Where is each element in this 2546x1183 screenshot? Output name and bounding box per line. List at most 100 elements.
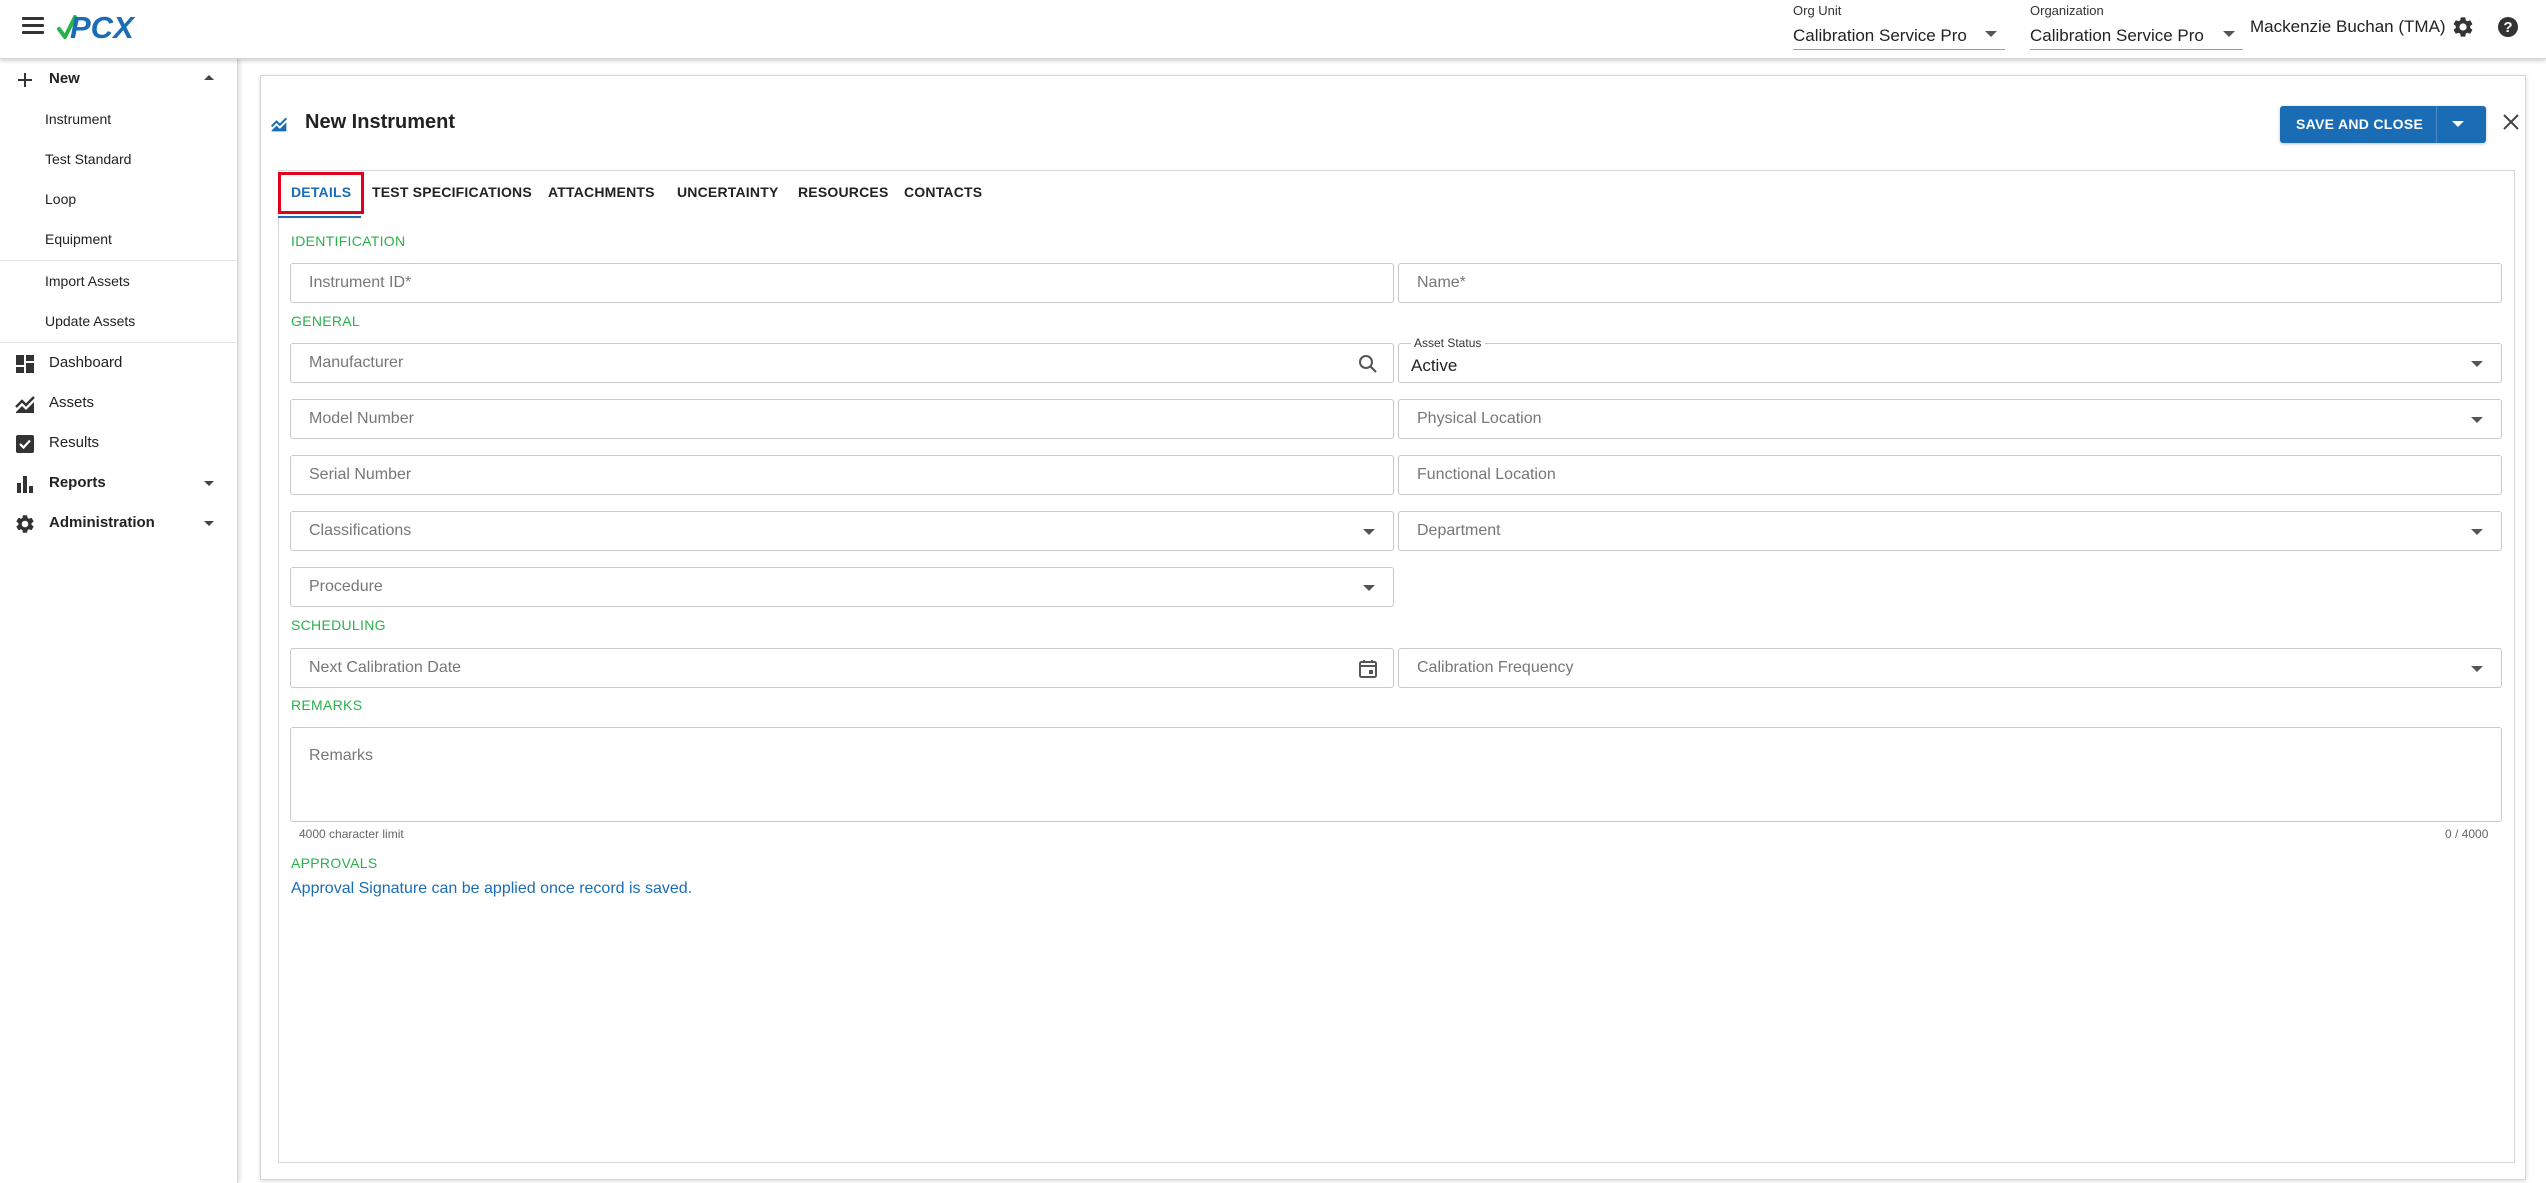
sidebar-item-label: Loop [45, 191, 77, 207]
sidebar-item-label: Administration [49, 514, 155, 531]
section-remarks: REMARKS [291, 697, 363, 713]
procedure-select[interactable]: Procedure [290, 567, 1394, 607]
chevron-down-icon [1363, 529, 1375, 535]
sidebar-item-instrument[interactable]: Instrument [0, 99, 236, 139]
approval-note: Approval Signature can be applied once r… [291, 880, 693, 897]
sidebar-item-new[interactable]: New [0, 59, 236, 99]
gear-icon [14, 513, 36, 535]
organization-value: Calibration Service Pro [2030, 26, 2204, 45]
sidebar-item-test-standard[interactable]: Test Standard [0, 139, 236, 179]
sidebar-item-reports[interactable]: Reports [0, 463, 236, 503]
department-select[interactable]: Department [1398, 511, 2502, 551]
sidebar-item-label: Equipment [45, 231, 112, 247]
sidebar-item-label: New [49, 70, 80, 87]
remarks-char-count: 0 / 4000 [2445, 827, 2489, 841]
sidebar-item-administration[interactable]: Administration [0, 503, 236, 543]
section-approvals: APPROVALS [291, 855, 378, 871]
calendar-icon[interactable] [1357, 658, 1379, 680]
chevron-down-icon [1985, 31, 1997, 37]
field-placeholder: Remarks [309, 747, 374, 764]
sidebar: New Instrument Test Standard Loop Equipm… [0, 59, 238, 1183]
chevron-down-icon [2471, 417, 2483, 423]
model-number-field[interactable]: Model Number [290, 399, 1394, 439]
chevron-down-icon [2471, 361, 2483, 367]
field-placeholder: Name* [1417, 274, 1466, 291]
physical-location-select[interactable]: Physical Location [1398, 399, 2502, 439]
sidebar-item-import-assets[interactable]: Import Assets [0, 261, 236, 301]
sidebar-item-dashboard[interactable]: Dashboard [0, 343, 236, 383]
sidebar-item-assets[interactable]: Assets [0, 383, 236, 423]
top-app-bar: PCX Org Unit Calibration Service Pro Org… [0, 0, 2546, 59]
section-general: GENERAL [291, 313, 361, 329]
chevron-down-icon [1363, 585, 1375, 591]
sidebar-item-equipment[interactable]: Equipment [0, 219, 236, 259]
name-field[interactable]: Name* [1398, 263, 2502, 303]
field-placeholder: Functional Location [1417, 466, 1556, 483]
next-calibration-date-field[interactable]: Next Calibration Date [290, 648, 1394, 688]
assets-icon [270, 115, 288, 133]
user-name[interactable]: Mackenzie Buchan (TMA) [2250, 17, 2446, 37]
menu-icon[interactable] [22, 17, 44, 35]
field-placeholder: Model Number [309, 410, 414, 427]
classifications-select[interactable]: Classifications [290, 511, 1394, 551]
sidebar-item-label: Test Standard [45, 151, 132, 167]
functional-location-field[interactable]: Functional Location [1398, 455, 2502, 495]
organization-select[interactable]: Organization Calibration Service Pro [2030, 0, 2243, 50]
settings-icon[interactable] [2451, 15, 2475, 39]
svg-text:PCX: PCX [70, 10, 136, 45]
org-unit-value: Calibration Service Pro [1793, 26, 1967, 45]
asset-status-label: Asset Status [1411, 336, 1486, 350]
app-logo[interactable]: PCX [56, 9, 162, 45]
tab-uncertainty[interactable]: UNCERTAINTY [677, 184, 779, 200]
sidebar-item-update-assets[interactable]: Update Assets [0, 301, 236, 341]
assets-icon [14, 393, 36, 415]
tab-test-specifications[interactable]: TEST SPECIFICATIONS [372, 184, 532, 200]
sidebar-item-label: Results [49, 434, 100, 451]
bar-chart-icon [14, 473, 36, 495]
field-placeholder: Procedure [309, 578, 383, 595]
active-tab-highlight [278, 172, 364, 214]
remarks-limit-hint: 4000 character limit [299, 827, 404, 841]
help-icon[interactable]: ? [2496, 15, 2520, 39]
field-placeholder: Instrument ID* [309, 274, 412, 291]
chevron-up-icon [204, 75, 214, 80]
field-placeholder: Department [1417, 522, 1501, 539]
chevron-down-icon [204, 481, 214, 486]
tab-attachments[interactable]: ATTACHMENTS [548, 184, 655, 200]
chevron-down-icon[interactable] [2452, 121, 2464, 127]
search-icon[interactable] [1357, 353, 1379, 375]
field-placeholder: Serial Number [309, 466, 412, 483]
tab-resources[interactable]: RESOURCES [798, 184, 888, 200]
close-icon[interactable] [2500, 111, 2522, 133]
org-unit-select[interactable]: Org Unit Calibration Service Pro [1793, 0, 2005, 50]
remarks-textarea[interactable]: Remarks [290, 727, 2502, 822]
manufacturer-field[interactable]: Manufacturer [290, 343, 1394, 383]
chevron-down-icon [204, 521, 214, 526]
sidebar-item-label: Instrument [45, 111, 112, 127]
save-and-close-button[interactable]: SAVE AND CLOSE [2280, 106, 2486, 143]
field-placeholder: Classifications [309, 522, 412, 539]
svg-text:?: ? [2503, 19, 2512, 36]
plus-icon [14, 69, 36, 91]
field-placeholder: Calibration Frequency [1417, 659, 1574, 676]
field-placeholder: Manufacturer [309, 354, 404, 371]
active-tab-indicator [278, 216, 361, 218]
serial-number-field[interactable]: Serial Number [290, 455, 1394, 495]
sidebar-item-label: Reports [49, 474, 106, 491]
chevron-down-icon [2471, 666, 2483, 672]
sidebar-item-label: Dashboard [49, 354, 123, 371]
sidebar-item-results[interactable]: Results [0, 423, 236, 463]
page-title: New Instrument [305, 111, 456, 133]
field-placeholder: Next Calibration Date [309, 659, 462, 676]
chevron-down-icon [2471, 529, 2483, 535]
sidebar-item-label: Import Assets [45, 273, 130, 289]
tab-contacts[interactable]: CONTACTS [904, 184, 982, 200]
results-icon [14, 433, 36, 455]
sidebar-item-label: Update Assets [45, 313, 136, 329]
calibration-frequency-select[interactable]: Calibration Frequency [1398, 648, 2502, 688]
instrument-id-field[interactable]: Instrument ID* [290, 263, 1394, 303]
section-identification: IDENTIFICATION [291, 233, 406, 249]
asset-status-select[interactable]: Asset Status Active [1398, 336, 2502, 383]
sidebar-item-label: Assets [49, 394, 95, 411]
sidebar-item-loop[interactable]: Loop [0, 179, 236, 219]
